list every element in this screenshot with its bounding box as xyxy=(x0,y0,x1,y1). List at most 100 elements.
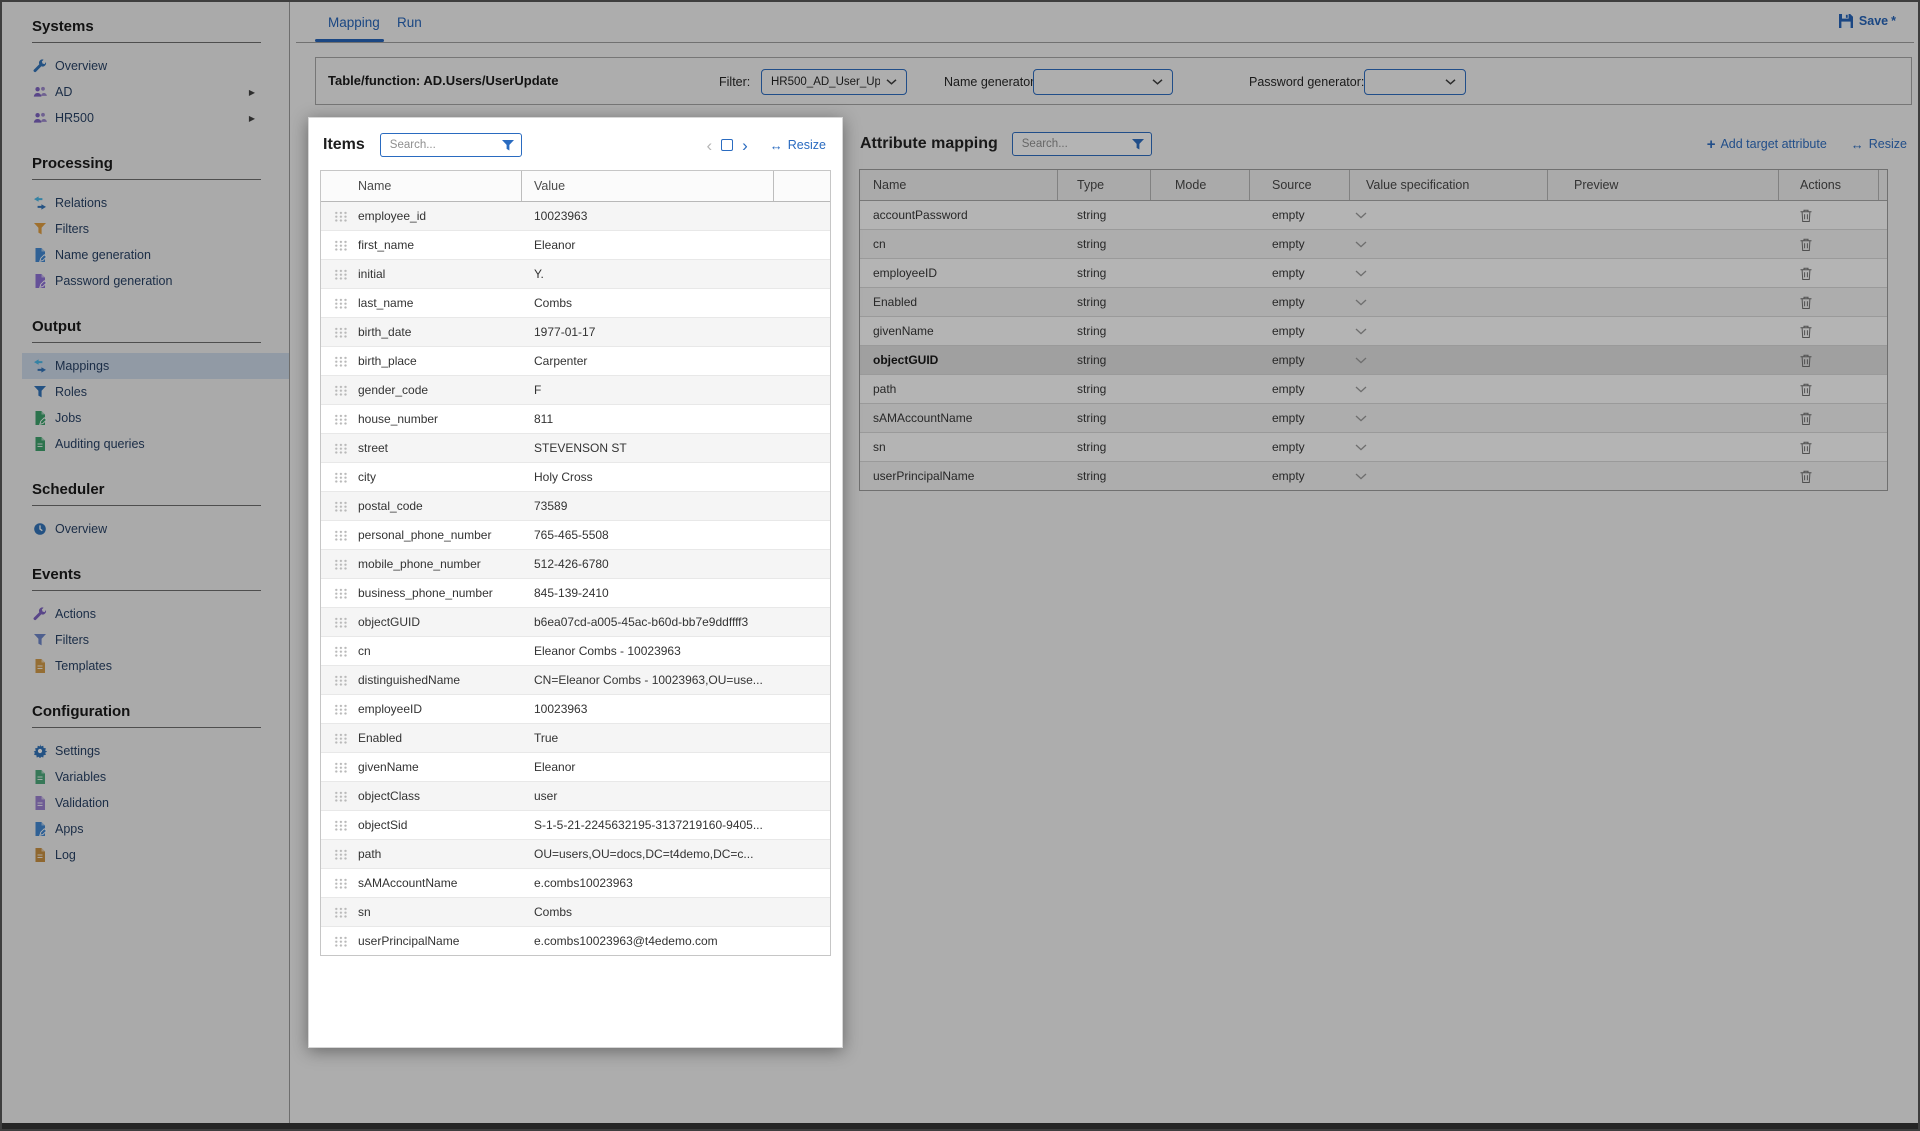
sidebar-item-processing-name-generation[interactable]: Name generation xyxy=(2,242,289,268)
sidebar-item-events-templates[interactable]: Templates xyxy=(2,653,289,679)
drag-handle-icon[interactable] xyxy=(334,704,348,715)
sidebar-item-output-jobs[interactable]: Jobs xyxy=(2,405,289,431)
delete-attribute-button[interactable] xyxy=(1800,238,1812,251)
delete-attribute-button[interactable] xyxy=(1800,470,1812,483)
unsaved-indicator: * xyxy=(1891,14,1896,28)
drag-handle-icon[interactable] xyxy=(334,907,348,918)
drag-handle-icon[interactable] xyxy=(334,849,348,860)
sidebar-item-configuration-variables[interactable]: Variables xyxy=(2,764,289,790)
sidebar-item-systems-ad[interactable]: AD▶ xyxy=(2,79,289,105)
drag-handle-icon[interactable] xyxy=(334,298,348,309)
name-generator-select[interactable] xyxy=(1033,69,1173,95)
submenu-arrow-icon: ▶ xyxy=(249,88,255,97)
sidebar-item-systems-overview[interactable]: Overview xyxy=(2,53,289,79)
value-specification-dropdown-icon[interactable] xyxy=(1350,299,1548,306)
sidebar-item-label: Jobs xyxy=(55,411,81,425)
drag-handle-icon[interactable] xyxy=(334,443,348,454)
drag-handle-icon[interactable] xyxy=(334,878,348,889)
item-value-cell: Carpenter xyxy=(522,354,774,368)
docedit-icon xyxy=(32,822,47,837)
item-name-cell: cn xyxy=(358,644,522,658)
item-value-cell: 73589 xyxy=(522,499,774,513)
sidebar-item-processing-filters[interactable]: Filters xyxy=(2,216,289,242)
drag-handle-icon[interactable] xyxy=(334,356,348,367)
sidebar-item-processing-relations[interactable]: Relations xyxy=(2,190,289,216)
value-specification-dropdown-icon[interactable] xyxy=(1350,241,1548,248)
sidebar-item-output-mappings[interactable]: Mappings xyxy=(22,353,289,379)
item-name-cell: objectGUID xyxy=(358,615,522,629)
items-search-input[interactable] xyxy=(388,138,502,152)
value-specification-dropdown-icon[interactable] xyxy=(1350,212,1548,219)
drag-handle-icon[interactable] xyxy=(334,559,348,570)
attribute-resize-button[interactable]: ↔ Resize xyxy=(1851,137,1907,152)
previous-page-icon[interactable]: ‹ xyxy=(706,137,712,154)
drag-handle-icon[interactable] xyxy=(334,472,348,483)
save-icon xyxy=(1839,14,1853,28)
tab-mapping[interactable]: Mapping xyxy=(328,15,380,30)
item-value-cell: Eleanor xyxy=(522,760,774,774)
drag-handle-icon[interactable] xyxy=(334,936,348,947)
delete-attribute-button[interactable] xyxy=(1800,441,1812,454)
drag-handle-icon[interactable] xyxy=(334,501,348,512)
attribute-search-input[interactable] xyxy=(1020,137,1132,151)
items-resize-button[interactable]: ↔ Resize xyxy=(770,138,826,153)
sidebar-item-events-actions[interactable]: Actions xyxy=(2,601,289,627)
sidebar-item-output-roles[interactable]: Roles xyxy=(2,379,289,405)
drag-handle-icon[interactable] xyxy=(334,820,348,831)
password-generator-select[interactable] xyxy=(1364,69,1466,95)
delete-attribute-button[interactable] xyxy=(1800,267,1812,280)
sidebar-item-events-filters[interactable]: Filters xyxy=(2,627,289,653)
value-specification-dropdown-icon[interactable] xyxy=(1350,328,1548,335)
sidebar-item-configuration-apps[interactable]: Apps xyxy=(2,816,289,842)
drag-handle-icon[interactable] xyxy=(334,646,348,657)
drag-handle-icon[interactable] xyxy=(334,414,348,425)
value-specification-dropdown-icon[interactable] xyxy=(1350,415,1548,422)
items-table-row: streetSTEVENSON ST xyxy=(321,433,830,462)
drag-handle-icon[interactable] xyxy=(334,762,348,773)
page-indicator[interactable] xyxy=(721,139,733,151)
sidebar-item-configuration-settings[interactable]: Settings xyxy=(2,738,289,764)
delete-attribute-button[interactable] xyxy=(1800,354,1812,367)
delete-attribute-button[interactable] xyxy=(1800,383,1812,396)
delete-attribute-button[interactable] xyxy=(1800,209,1812,222)
drag-handle-icon[interactable] xyxy=(334,733,348,744)
value-specification-dropdown-icon[interactable] xyxy=(1350,473,1548,480)
funnel-icon xyxy=(32,385,47,400)
drag-handle-icon[interactable] xyxy=(334,791,348,802)
filter-select[interactable]: HR500_AD_User_Update xyxy=(761,69,907,95)
sidebar-item-systems-hr500[interactable]: HR500▶ xyxy=(2,105,289,131)
value-specification-dropdown-icon[interactable] xyxy=(1350,270,1548,277)
password-generator-label: Password generator: xyxy=(1249,75,1364,89)
drag-handle-icon[interactable] xyxy=(334,240,348,251)
sidebar-item-label: Name generation xyxy=(55,248,151,262)
delete-attribute-button[interactable] xyxy=(1800,296,1812,309)
drag-handle-icon[interactable] xyxy=(334,530,348,541)
value-specification-dropdown-icon[interactable] xyxy=(1350,444,1548,451)
sidebar-item-configuration-log[interactable]: Log xyxy=(2,842,289,868)
column-header-actions: Actions xyxy=(1779,170,1879,200)
attribute-source-cell: empty xyxy=(1250,440,1350,454)
sidebar-item-configuration-validation[interactable]: Validation xyxy=(2,790,289,816)
save-button[interactable]: Save * xyxy=(1839,14,1896,28)
drag-handle-icon[interactable] xyxy=(334,588,348,599)
sidebar-item-scheduler-overview[interactable]: Overview xyxy=(2,516,289,542)
value-specification-dropdown-icon[interactable] xyxy=(1350,386,1548,393)
add-target-attribute-button[interactable]: + Add target attribute xyxy=(1707,136,1827,153)
next-page-icon[interactable]: › xyxy=(742,137,748,154)
item-name-cell: gender_code xyxy=(358,383,522,397)
drag-handle-icon[interactable] xyxy=(334,675,348,686)
drag-handle-icon[interactable] xyxy=(334,617,348,628)
delete-attribute-button[interactable] xyxy=(1800,325,1812,338)
sidebar-item-output-auditing-queries[interactable]: Auditing queries xyxy=(2,431,289,457)
drag-handle-icon[interactable] xyxy=(334,327,348,338)
item-value-cell: b6ea07cd-a005-45ac-b60d-bb7e9ddffff3 xyxy=(522,615,774,629)
drag-handle-icon[interactable] xyxy=(334,385,348,396)
sidebar-item-processing-password-generation[interactable]: Password generation xyxy=(2,268,289,294)
delete-attribute-button[interactable] xyxy=(1800,412,1812,425)
attribute-name-cell: userPrincipalName xyxy=(860,469,1058,483)
drag-handle-icon[interactable] xyxy=(334,211,348,222)
value-specification-dropdown-icon[interactable] xyxy=(1350,357,1548,364)
drag-handle-icon[interactable] xyxy=(334,269,348,280)
item-name-cell: initial xyxy=(358,267,522,281)
tab-run[interactable]: Run xyxy=(397,15,422,30)
